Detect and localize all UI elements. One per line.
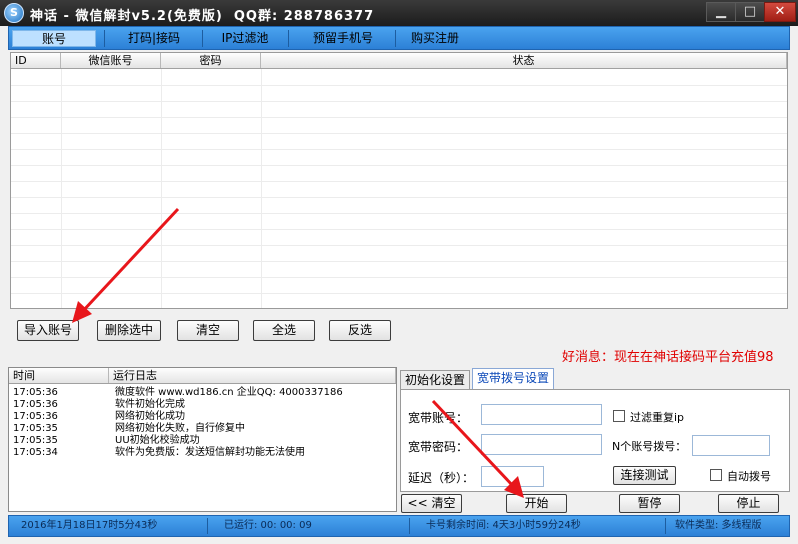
maximize-button[interactable]: □ — [735, 2, 765, 22]
tab-captcha[interactable]: 打码|接码 — [109, 30, 199, 47]
settings-tab-bar: 初始化设置 宽带拨号设置 — [400, 368, 790, 390]
log-message: 微度软件 www.wd186.cn 企业QQ: 4000337186 — [115, 387, 343, 398]
column-header-password[interactable]: 密码 — [161, 53, 261, 68]
delay-seconds-input[interactable] — [481, 466, 544, 487]
column-header-status[interactable]: 状态 — [261, 53, 787, 68]
import-accounts-button[interactable]: 导入账号 — [17, 320, 79, 341]
log-message: 软件为免费版：发送短信解封功能无法使用 — [115, 447, 305, 458]
grid-line — [11, 245, 787, 246]
grid-line — [11, 85, 787, 86]
status-bar: 2016年1月18日17时5分43秒 已运行: 00: 00: 09 卡号剩余时… — [8, 515, 790, 537]
tab-divider — [288, 30, 289, 47]
log-time: 17:05:35 — [13, 435, 58, 446]
log-message: UU初始化校验成功 — [115, 435, 200, 446]
filter-duplicate-ip-checkbox[interactable] — [613, 410, 625, 422]
start-button[interactable]: 开始 — [506, 494, 567, 513]
status-divider — [409, 518, 410, 534]
log-message: 网络初始化失败，自行修复中 — [115, 423, 245, 434]
minimize-button[interactable]: ▁ — [706, 2, 736, 22]
grid-line — [11, 277, 787, 278]
account-table[interactable]: ID 微信账号 密码 状态 — [10, 52, 788, 309]
delay-seconds-label: 延迟（秒）： — [408, 471, 475, 485]
column-header-wechat-account[interactable]: 微信账号 — [61, 53, 161, 68]
auto-dial-label: 自动拨号 — [727, 470, 771, 483]
title-bar: S 神话 - 微信解封v5.2(免费版) QQ群: 288786377 ▁ □ … — [0, 0, 798, 26]
connection-test-button[interactable]: 连接测试 — [613, 466, 676, 485]
grid-line — [261, 69, 262, 308]
window-title: 神话 - 微信解封v5.2(免费版) QQ群: 288786377 — [30, 9, 375, 24]
tab-divider — [395, 30, 396, 47]
status-divider — [665, 518, 666, 534]
clear-log-button[interactable]: << 清空 — [401, 494, 462, 513]
grid-line — [11, 229, 787, 230]
tab-ip-filter[interactable]: IP过滤池 — [207, 30, 283, 47]
stop-button[interactable]: 停止 — [718, 494, 779, 513]
status-running-time: 已运行: 00: 00: 09 — [224, 520, 312, 531]
grid-line — [11, 165, 787, 166]
log-time: 17:05:36 — [13, 399, 58, 410]
grid-line — [161, 69, 162, 308]
log-message: 软件初始化完成 — [115, 399, 185, 410]
broadband-account-input[interactable] — [481, 404, 602, 425]
n-accounts-dial-input[interactable] — [692, 435, 770, 456]
status-remaining-time: 卡号剩余时间: 4天3小时59分24秒 — [426, 520, 581, 531]
clear-accounts-button[interactable]: 清空 — [177, 320, 239, 341]
tab-divider — [202, 30, 203, 47]
column-header-id[interactable]: ID — [11, 53, 61, 68]
status-datetime: 2016年1月18日17时5分43秒 — [21, 520, 158, 531]
grid-line — [11, 149, 787, 150]
close-button[interactable]: ✕ — [764, 2, 796, 22]
grid-line — [11, 181, 787, 182]
main-tab-bar: 账号 打码|接码 IP过滤池 预留手机号 购买注册 — [8, 26, 790, 50]
grid-line — [11, 197, 787, 198]
select-all-button[interactable]: 全选 — [253, 320, 315, 341]
broadband-settings-panel: 宽带账号： 过滤重复ip 宽带密码： N个账号拨号： 延迟（秒）： 连接测试 自… — [400, 389, 790, 492]
log-time: 17:05:36 — [13, 411, 58, 422]
status-software-type: 软件类型: 多线程版 — [675, 520, 762, 531]
log-time: 17:05:34 — [13, 447, 58, 458]
grid-line — [11, 293, 787, 294]
column-header-time[interactable]: 时间 — [9, 368, 109, 383]
log-time: 17:05:35 — [13, 423, 58, 434]
grid-line — [11, 133, 787, 134]
column-header-log[interactable]: 运行日志 — [109, 368, 396, 383]
filter-duplicate-ip-label: 过滤重复ip — [630, 411, 685, 424]
grid-line — [11, 101, 787, 102]
log-header: 时间 运行日志 — [9, 368, 396, 384]
tab-buy-register[interactable]: 购买注册 — [399, 30, 471, 47]
broadband-password-label: 宽带密码： — [408, 440, 469, 454]
log-time: 17:05:36 — [13, 387, 58, 398]
invert-selection-button[interactable]: 反选 — [329, 320, 391, 341]
news-ticker: 好消息：现在在神话接码平台充值98 — [562, 350, 774, 365]
table-header: ID 微信账号 密码 状态 — [11, 53, 787, 69]
app-logo-icon: S — [4, 3, 24, 23]
n-accounts-dial-label: N个账号拨号： — [612, 440, 687, 453]
tab-broadband-settings[interactable]: 宽带拨号设置 — [472, 368, 555, 390]
pause-button[interactable]: 暂停 — [619, 494, 680, 513]
broadband-password-input[interactable] — [481, 434, 602, 455]
run-log-list[interactable]: 时间 运行日志 17:05:36 微度软件 www.wd186.cn 企业QQ: … — [8, 367, 397, 512]
status-divider — [207, 518, 208, 534]
grid-line — [61, 69, 62, 308]
auto-dial-checkbox[interactable] — [710, 469, 722, 481]
tab-divider — [104, 30, 105, 47]
broadband-account-label: 宽带账号： — [408, 411, 469, 425]
delete-selected-button[interactable]: 删除选中 — [97, 320, 161, 341]
grid-line — [11, 117, 787, 118]
log-message: 网络初始化成功 — [115, 411, 185, 422]
grid-line — [11, 261, 787, 262]
grid-line — [11, 213, 787, 214]
tab-reserved-phone[interactable]: 预留手机号 — [293, 30, 393, 47]
tab-account[interactable]: 账号 — [12, 30, 96, 47]
tab-init-settings[interactable]: 初始化设置 — [400, 370, 471, 390]
